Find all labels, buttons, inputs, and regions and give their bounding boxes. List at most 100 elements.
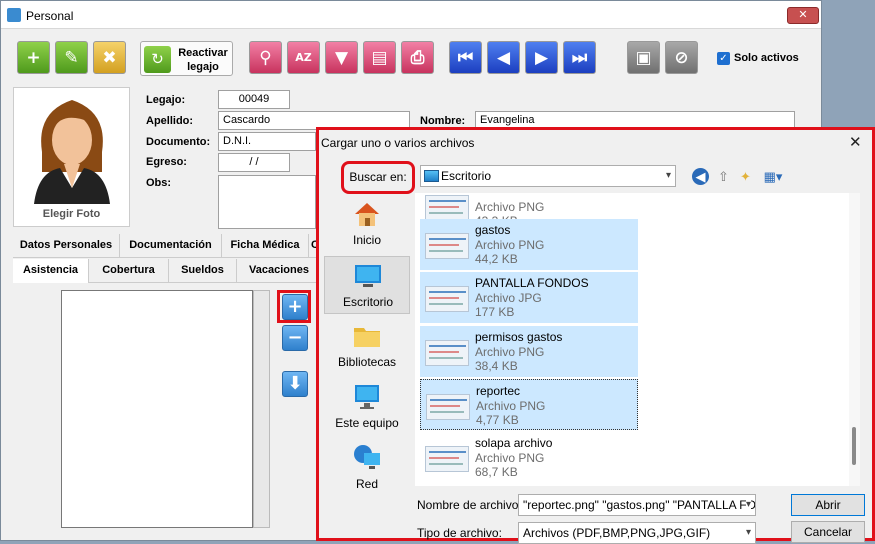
file-name: permisos gastos (475, 330, 563, 344)
filename-input[interactable]: "reportec.png" "gastos.png" "PANTALLA FO… (518, 494, 756, 516)
file-item-reportec[interactable]: reportec Archivo PNG 4,77 KB (420, 379, 638, 430)
remove-attachment-button[interactable]: − (282, 325, 308, 351)
solo-activos-label: Solo activos (734, 52, 799, 64)
next-icon: ▶ (534, 47, 549, 68)
search-button[interactable]: ⚲ (249, 41, 282, 74)
chevron-down-icon: ▾ (745, 523, 751, 543)
tab-sueldos[interactable]: Sueldos (169, 259, 237, 283)
file-thumbnail (426, 394, 470, 420)
last-icon: ⏭ (571, 47, 588, 68)
file-type: Archivo JPG (475, 291, 542, 305)
filename-label: Nombre de archivo: (417, 498, 522, 512)
delete-icon: ✖ (102, 47, 117, 68)
legajo-field[interactable]: 00049 (218, 90, 290, 109)
save-button[interactable]: ▣ (627, 41, 660, 74)
elegir-foto-button[interactable]: Elegir Foto (14, 208, 129, 220)
file-list[interactable]: Archivo PNG 43,3 KB gastos Archivo PNG 4… (415, 193, 860, 486)
file-item-pantalla-fondos[interactable]: PANTALLA FONDOS Archivo JPG 177 KB (420, 272, 638, 323)
file-thumbnail (425, 340, 469, 366)
file-thumbnail (425, 195, 469, 221)
minus-icon: − (287, 327, 303, 348)
reactivar-legajo-button[interactable]: ↻ Reactivar legajo (140, 41, 233, 76)
file-type: Archivo PNG (475, 200, 545, 214)
cancel-edit-button[interactable]: ⊘ (665, 41, 698, 74)
tab-cobertura[interactable]: Cobertura (89, 259, 169, 283)
sort-button[interactable]: AZ (287, 41, 320, 74)
prev-icon: ◀ (496, 47, 511, 68)
obs-label: Obs: (146, 177, 172, 189)
chevron-down-icon: ▾ (665, 170, 671, 181)
file-type: Archivo PNG (475, 238, 545, 252)
edit-button[interactable]: ✎ (55, 41, 88, 74)
computer-icon (355, 385, 379, 409)
prev-record-button[interactable]: ◀ (487, 41, 520, 74)
next-record-button[interactable]: ▶ (525, 41, 558, 74)
first-record-button[interactable]: ⏮ (449, 41, 482, 74)
avatar-icon (34, 100, 110, 204)
download-attachment-button[interactable]: ⬇ (282, 371, 308, 397)
place-escritorio[interactable]: Escritorio (324, 256, 410, 314)
cancel-button[interactable]: Cancelar (791, 521, 865, 543)
photo-frame[interactable]: Elegir Foto (13, 87, 130, 227)
add-button[interactable]: + (17, 41, 50, 74)
up-folder-icon[interactable]: ⇧ (715, 168, 732, 185)
print-button[interactable]: ⎙ (401, 41, 434, 74)
tab-row-1: Datos Personales Documentación Ficha Méd… (13, 234, 321, 258)
report-button[interactable]: ▤ (363, 41, 396, 74)
last-record-button[interactable]: ⏭ (563, 41, 596, 74)
search-icon: ⚲ (259, 47, 272, 68)
desktop-icon (355, 265, 381, 287)
file-size: 177 KB (475, 305, 515, 319)
places-bar: Inicio Escritorio Bibliotecas Este equip… (324, 193, 410, 493)
place-label: Este equipo (335, 416, 399, 430)
place-bibliotecas[interactable]: Bibliotecas (324, 317, 410, 375)
filter-icon: ▼ (334, 47, 349, 68)
location-value: Escritorio (441, 169, 492, 183)
location-combo[interactable]: Escritorio ▾ (420, 165, 676, 187)
file-size: 4,77 KB (476, 413, 519, 427)
documento-label: Documento: (146, 136, 211, 148)
file-size: 68,7 KB (475, 465, 518, 479)
scrollbar-thumb[interactable] (852, 427, 856, 465)
egreso-field[interactable]: / / (218, 153, 290, 172)
place-red[interactable]: Red (324, 439, 410, 497)
place-label: Bibliotecas (337, 355, 397, 369)
file-item-solapa-archivo[interactable]: solapa archivo Archivo PNG 68,7 KB (420, 432, 638, 483)
tab-asistencia[interactable]: Asistencia (13, 259, 89, 283)
tab-datos-personales[interactable]: Datos Personales (13, 234, 120, 258)
save-icon: ▣ (635, 47, 652, 68)
attachments-scrollbar[interactable] (253, 290, 270, 528)
documento-type-field[interactable]: D.N.I. (218, 132, 316, 151)
filetype-value: Archivos (PDF,BMP,PNG,JPG,GIF) (523, 526, 711, 540)
tab-row-2: Asistencia Cobertura Sueldos Vacaciones (13, 259, 321, 283)
window-close-button[interactable]: ✕ (787, 7, 819, 24)
report-icon: ▤ (371, 47, 388, 68)
obs-field[interactable] (218, 175, 316, 229)
file-item-permisos-gastos[interactable]: permisos gastos Archivo PNG 38,4 KB (420, 326, 638, 377)
back-icon[interactable]: ◀ (692, 168, 709, 185)
file-list-scrollbar[interactable] (849, 193, 860, 486)
file-thumbnail (425, 233, 469, 259)
filter-button[interactable]: ▼ (325, 41, 358, 74)
dialog-close-button[interactable]: ✕ (849, 133, 862, 151)
tab-documentacion[interactable]: Documentación (120, 234, 222, 258)
open-button[interactable]: Abrir (791, 494, 865, 516)
buscar-en-label: Buscar en: (341, 161, 415, 194)
new-folder-icon[interactable]: ✦ (737, 168, 754, 185)
tab-ficha-medica[interactable]: Ficha Médica (222, 234, 309, 258)
add-attachment-button[interactable]: + (282, 294, 308, 320)
reactivar-label: Reactivar (178, 47, 228, 59)
check-icon: ✓ (719, 53, 728, 64)
file-name: solapa archivo (475, 436, 553, 450)
attachments-list[interactable] (61, 290, 253, 528)
solo-activos-checkbox[interactable]: ✓ (717, 52, 730, 65)
file-type: Archivo PNG (475, 451, 545, 465)
file-item-gastos[interactable]: gastos Archivo PNG 44,2 KB (420, 219, 638, 270)
place-inicio[interactable]: Inicio (324, 195, 410, 253)
view-menu-icon[interactable]: ▦▾ (761, 168, 785, 185)
cancel-icon: ⊘ (674, 47, 689, 68)
delete-button[interactable]: ✖ (93, 41, 126, 74)
place-este-equipo[interactable]: Este equipo (324, 378, 410, 436)
tab-vacaciones[interactable]: Vacaciones (237, 259, 321, 283)
folder-icon (354, 328, 380, 347)
